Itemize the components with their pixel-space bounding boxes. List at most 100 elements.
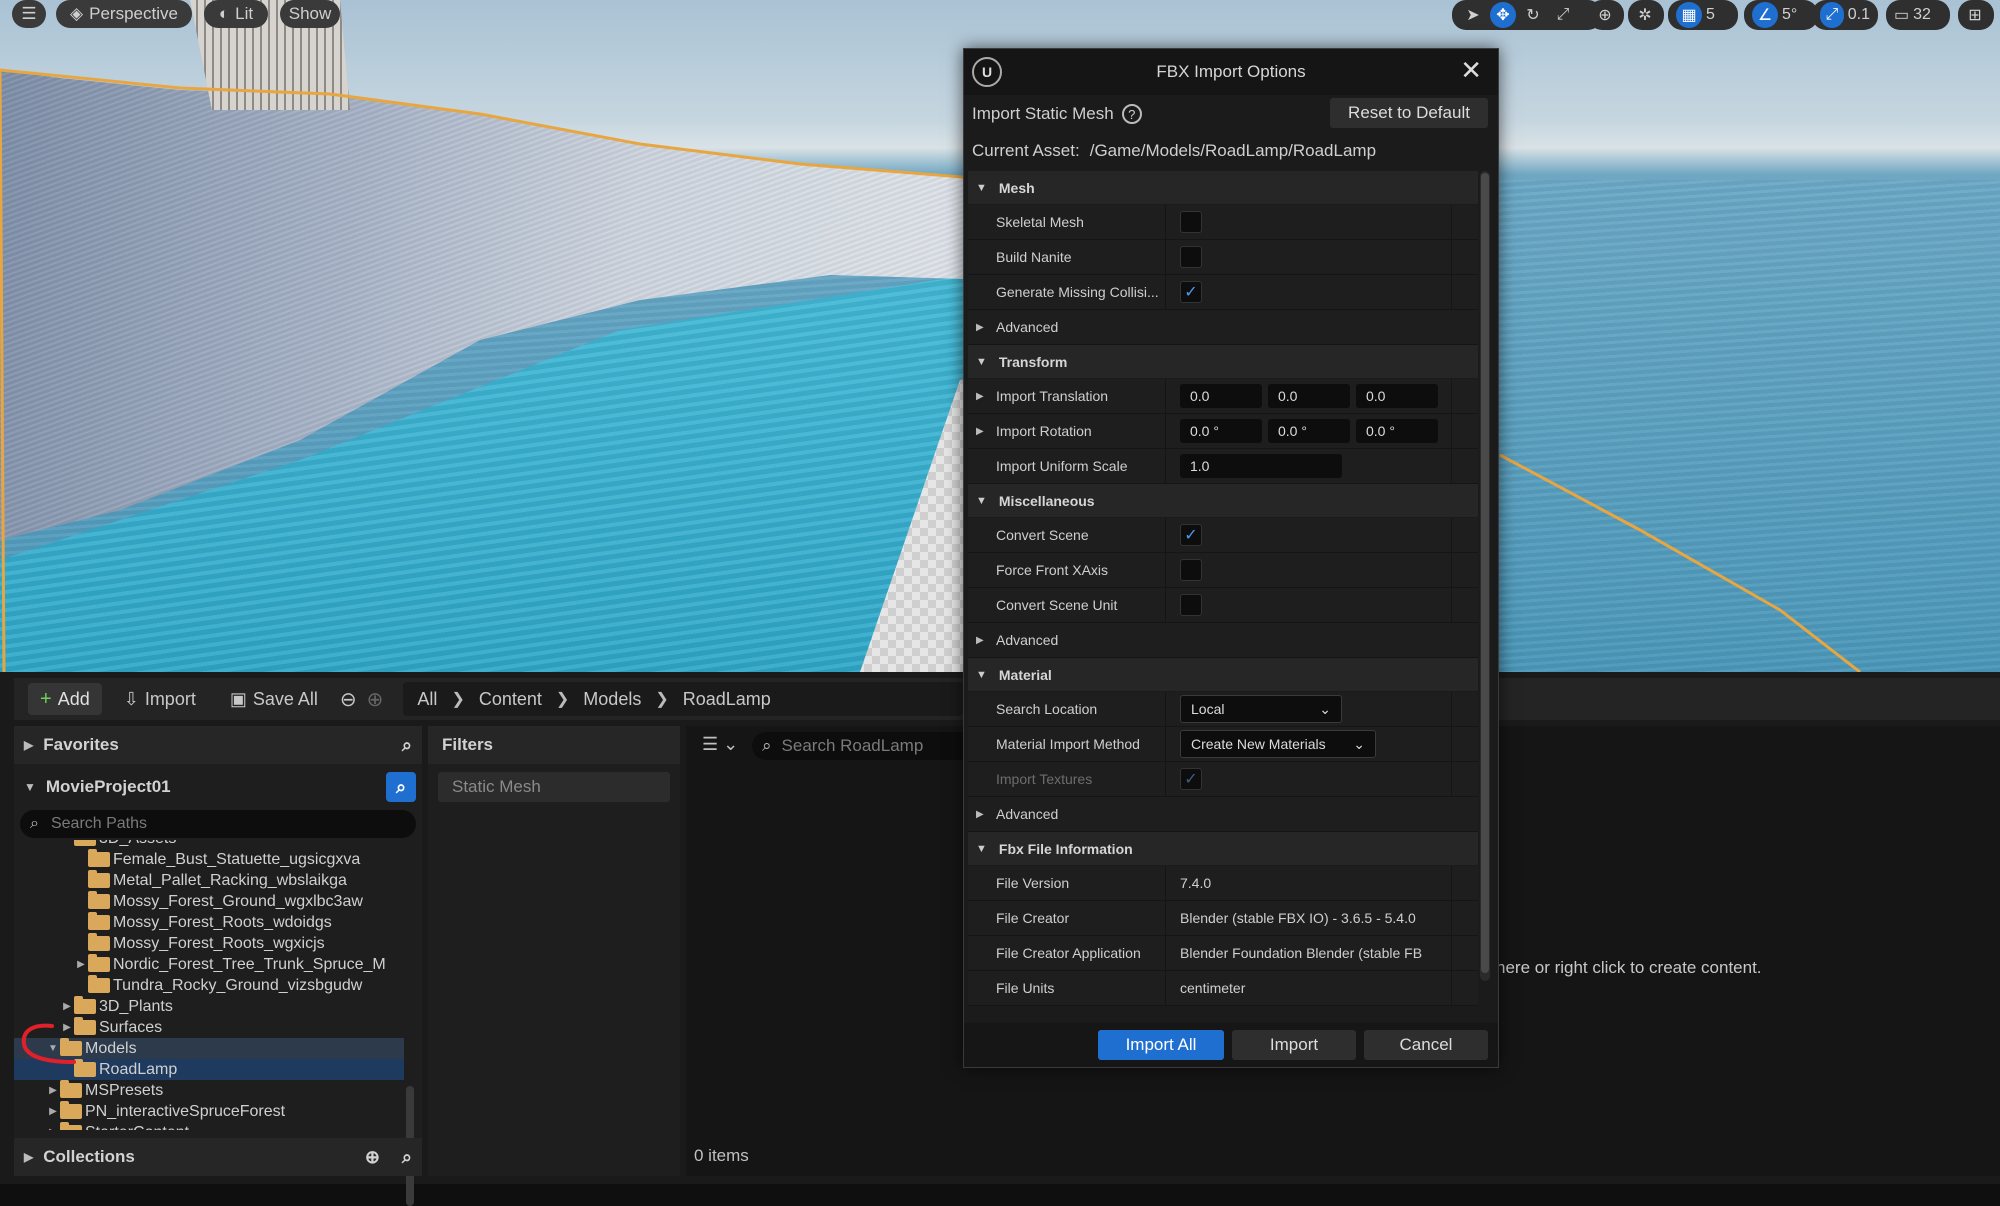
expand-arrow-icon[interactable]: ▶ [74, 959, 88, 970]
tree-folder-label: Mossy_Forest_Ground_wgxlbc3aw [113, 892, 363, 910]
red-annotation-mark [21, 1023, 76, 1064]
search-location-dropdown[interactable]: Local ⌄ [1180, 695, 1342, 723]
show-button[interactable]: Show [280, 0, 340, 28]
cancel-button[interactable]: Cancel [1364, 1030, 1488, 1060]
search-icon[interactable]: ⌕ [386, 772, 416, 802]
expand-arrow-icon[interactable]: ▶ [46, 1106, 60, 1117]
search-icon[interactable]: ⌕ [402, 1147, 412, 1168]
expand-arrow-icon[interactable]: ▶ [976, 391, 996, 402]
show-label: Show [288, 4, 332, 23]
collections-header[interactable]: ▶ Collections ⊕ ⌕ [14, 1138, 422, 1176]
breadcrumb-roadlamp[interactable]: RoadLamp [683, 689, 771, 710]
close-icon[interactable]: ✕ [1460, 55, 1482, 86]
section-material[interactable]: ▼ Material [968, 658, 1478, 692]
skeletal-mesh-checkbox[interactable] [1180, 211, 1202, 233]
save-all-button[interactable]: ▣ Save All [218, 683, 330, 715]
tree-folder-item[interactable]: ▶ PN_interactiveSpruceForest [14, 1101, 404, 1122]
expand-arrow-icon[interactable]: ▶ [976, 426, 996, 437]
folder-icon [88, 891, 110, 909]
move-tool-icon[interactable]: ✥ [1490, 2, 1516, 28]
folder-icon [60, 1080, 82, 1098]
file-creator-value: Blender (stable FBX IO) - 3.6.5 - 5.4.0 [1180, 910, 1416, 926]
angle-snap-group[interactable]: ∠ 5° [1744, 0, 1818, 30]
history-back-icon[interactable]: ⊖ [340, 687, 357, 712]
rotation-z-input[interactable]: 0.0 ° [1356, 419, 1438, 443]
section-miscellaneous[interactable]: ▼ Miscellaneous [968, 484, 1478, 518]
import-label: Import [144, 688, 196, 709]
folder-icon [88, 849, 110, 867]
add-collection-icon[interactable]: ⊕ [365, 1147, 380, 1168]
scrollbar-thumb[interactable] [1481, 173, 1489, 973]
breadcrumb-models[interactable]: Models [583, 689, 641, 710]
filter-icon[interactable]: ☰ ⌄ [702, 734, 738, 755]
breadcrumb-content[interactable]: Content [479, 689, 542, 710]
rotation-x-input[interactable]: 0.0 ° [1180, 419, 1262, 443]
project-header[interactable]: ▼ MovieProject01 ⌕ [14, 768, 422, 806]
search-paths-input[interactable]: ⌕ Search Paths [20, 810, 416, 838]
tree-folder-item[interactable]: Female_Bust_Statuette_ugsicgxva [14, 849, 404, 870]
section-fbx-file-information[interactable]: ▼ Fbx File Information [968, 832, 1478, 866]
perspective-button[interactable]: ◈ Perspective [56, 0, 192, 28]
tree-folder-item[interactable]: ▶ 3D_Plants [14, 996, 404, 1017]
help-icon[interactable]: ? [1121, 104, 1142, 124]
prop-material-advanced[interactable]: ▶ Advanced [968, 797, 1478, 832]
tree-folder-item[interactable]: 3D_Assets [14, 840, 404, 849]
history-forward-icon[interactable]: ⊕ [367, 687, 384, 712]
generate-collision-checkbox[interactable]: ✓ [1180, 281, 1202, 303]
surface-snap-toggle[interactable]: ✲ [1628, 0, 1664, 30]
expand-arrow-icon[interactable]: ▶ [46, 1085, 60, 1096]
grid-snap-value: 5 [1706, 6, 1715, 23]
select-tool-icon[interactable]: ➤ [1460, 2, 1486, 28]
scale-snap-group[interactable]: ⤢ 0.1 [1812, 0, 1878, 30]
build-nanite-checkbox[interactable] [1180, 246, 1202, 268]
viewport-layout-button[interactable]: ⊞ [1958, 0, 1994, 30]
fbx-import-dialog: U FBX Import Options ✕ Import Static Mes… [963, 48, 1499, 1068]
rotate-tool-icon[interactable]: ↻ [1520, 2, 1546, 28]
reset-to-default-button[interactable]: Reset to Default [1330, 98, 1488, 128]
section-mesh[interactable]: ▼ Mesh [968, 171, 1478, 205]
convert-scene-unit-checkbox[interactable] [1180, 594, 1202, 616]
section-transform[interactable]: ▼ Transform [968, 345, 1478, 379]
dialog-title-bar[interactable]: U FBX Import Options ✕ [964, 49, 1498, 95]
tree-folder-item[interactable]: Mossy_Forest_Roots_wdoidgs [14, 912, 404, 933]
tree-folder-item[interactable]: Mossy_Forest_Roots_wgxicjs [14, 933, 404, 954]
filter-static-mesh[interactable]: Static Mesh [438, 772, 670, 802]
lit-button[interactable]: ◐ Lit [204, 0, 268, 28]
viewport-menu-button[interactable]: ☰ [12, 0, 46, 28]
chevron-right-icon[interactable]: ❯ [451, 689, 464, 709]
options-scrollbar[interactable] [1480, 171, 1490, 981]
import-all-button[interactable]: Import All [1098, 1030, 1224, 1060]
prop-mesh-advanced[interactable]: ▶ Advanced [968, 310, 1478, 345]
translation-x-input[interactable]: 0.0 [1180, 384, 1262, 408]
import-button[interactable]: ⇩ Import [112, 683, 208, 715]
tree-folder-item[interactable]: Mossy_Forest_Ground_wgxlbc3aw [14, 891, 404, 912]
search-icon[interactable]: ⌕ [402, 735, 412, 756]
expand-arrow-icon[interactable]: ▶ [60, 1001, 74, 1012]
rotation-y-input[interactable]: 0.0 ° [1268, 419, 1350, 443]
translation-y-input[interactable]: 0.0 [1268, 384, 1350, 408]
prop-search-location: Search Location Local ⌄ [968, 692, 1478, 727]
world-local-toggle[interactable]: ⊕ [1588, 0, 1624, 30]
material-import-method-dropdown[interactable]: Create New Materials ⌄ [1180, 730, 1376, 758]
favorites-header[interactable]: ▶ Favorites ⌕ [14, 726, 422, 764]
tree-folder-item[interactable]: Tundra_Rocky_Ground_vizsbgudw [14, 975, 404, 996]
breadcrumb-all[interactable]: All [417, 689, 437, 710]
asset-search-input[interactable]: ⌕ Search RoadLamp [752, 732, 992, 760]
grid-snap-group[interactable]: ▦ 5 [1668, 0, 1738, 30]
import-button[interactable]: Import [1232, 1030, 1356, 1060]
force-front-xaxis-checkbox[interactable] [1180, 559, 1202, 581]
chevron-right-icon[interactable]: ❯ [556, 689, 569, 709]
uniform-scale-input[interactable]: 1.0 [1180, 454, 1342, 478]
chevron-right-icon[interactable]: ❯ [655, 689, 668, 709]
prop-misc-advanced[interactable]: ▶ Advanced [968, 623, 1478, 658]
convert-scene-checkbox[interactable]: ✓ [1180, 524, 1202, 546]
add-button[interactable]: + Add [28, 683, 102, 715]
camera-speed-group[interactable]: ▭ 32 [1886, 0, 1950, 30]
tree-folder-item[interactable]: Metal_Pallet_Racking_wbslaikga [14, 870, 404, 891]
tree-folder-item[interactable]: ▶ MSPresets [14, 1080, 404, 1101]
expand-arrow-icon[interactable]: ▶ [46, 1127, 60, 1130]
tree-folder-item[interactable]: ▶ Nordic_Forest_Tree_Trunk_Spruce_M [14, 954, 404, 975]
translation-z-input[interactable]: 0.0 [1356, 384, 1438, 408]
tree-folder-item[interactable]: ▶ StarterContent [14, 1122, 404, 1130]
scale-tool-icon[interactable]: ⤢ [1550, 2, 1576, 28]
